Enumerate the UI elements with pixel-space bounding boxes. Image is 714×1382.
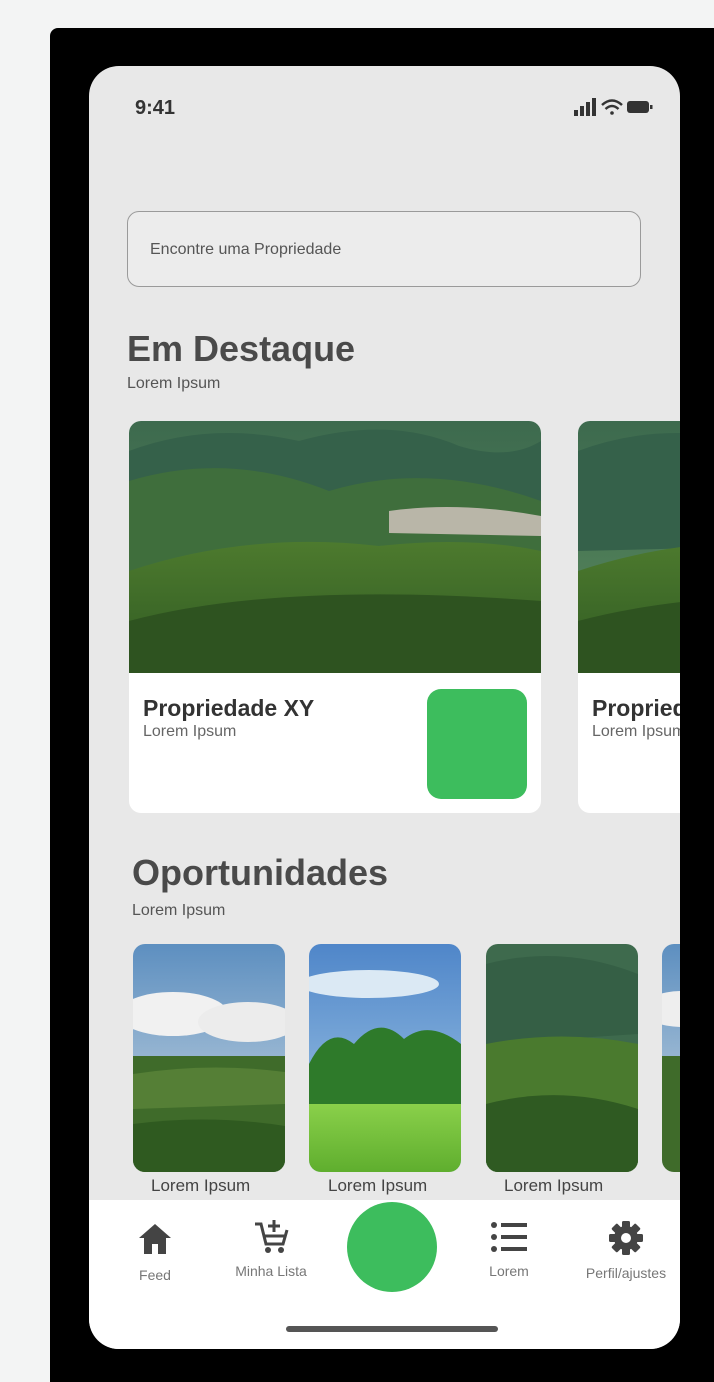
opportunity-card[interactable]: [309, 944, 461, 1172]
tab-lorem[interactable]: Lorem: [477, 1218, 541, 1279]
tab-label: Lorem: [489, 1263, 529, 1279]
featured-card[interactable]: Propriedade XY Lorem Ipsum: [578, 421, 680, 813]
opportunity-photo: [486, 944, 638, 1172]
tab-label: Perfil/ajustes: [585, 1265, 667, 1281]
home-icon: [139, 1224, 171, 1254]
featured-card[interactable]: Propriedade XY Lorem Ipsum: [129, 421, 541, 813]
search-input[interactable]: Encontre uma Propriedade: [127, 211, 641, 287]
property-photo: [129, 421, 541, 673]
tab-label: Minha Lista: [235, 1263, 307, 1279]
card-subtitle: Lorem Ipsum: [592, 723, 680, 740]
center-action-button[interactable]: [347, 1202, 437, 1292]
opportunity-label: Lorem Ipsum: [151, 1176, 251, 1195]
phone-screen: 9:41 Encontre uma Propriedade Em Destaqu…: [89, 66, 680, 1349]
opportunity-label: Lorem Ipsum: [504, 1176, 604, 1195]
opportunity-label: Lorem Ipsum: [328, 1176, 428, 1195]
property-photo: [578, 421, 680, 673]
featured-subtitle: Lorem Ipsum: [127, 375, 221, 392]
opportunity-card[interactable]: [133, 944, 285, 1172]
opportunity-photo: [662, 944, 680, 1172]
wifi-icon: [601, 99, 623, 115]
tab-minha-lista[interactable]: Minha Lista: [223, 1218, 319, 1279]
opportunity-card[interactable]: [486, 944, 638, 1172]
tab-feed[interactable]: Feed: [123, 1222, 187, 1283]
opportunity-card[interactable]: [662, 944, 680, 1172]
tab-label: Feed: [139, 1267, 171, 1283]
featured-title: Em Destaque: [127, 328, 356, 369]
tab-perfil-ajustes[interactable]: Perfil/ajustes: [574, 1220, 678, 1281]
battery-icon: [627, 101, 653, 113]
opportunities-title: Oportunidades: [132, 852, 389, 893]
home-indicator: [286, 1326, 498, 1332]
opportunity-photo: [309, 944, 461, 1172]
signal-icon: [574, 98, 596, 116]
search-placeholder: Encontre uma Propriedade: [150, 241, 342, 258]
card-title: Propriedade XY: [143, 695, 315, 721]
status-time: 9:41: [135, 97, 176, 119]
list-icon: [491, 1222, 527, 1252]
status-icons: [574, 98, 653, 116]
card-subtitle: Lorem Ipsum: [143, 723, 237, 740]
card-action-button[interactable]: [427, 689, 527, 799]
opportunity-photo: [133, 944, 285, 1172]
gear-icon: [609, 1221, 643, 1255]
opportunities-subtitle: Lorem Ipsum: [132, 902, 226, 919]
cart-add-icon: [255, 1220, 289, 1253]
card-title: Propriedade XY: [592, 695, 680, 721]
